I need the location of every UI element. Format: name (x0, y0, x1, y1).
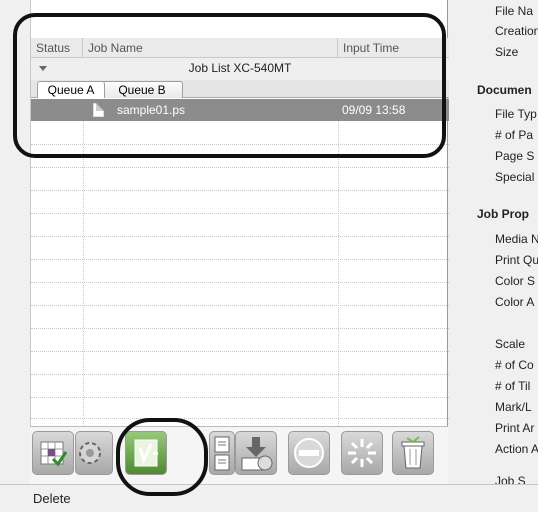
property-label: # of Co (495, 358, 534, 372)
loading-icon (348, 439, 376, 467)
property-label: File Typ (495, 107, 537, 121)
property-label: Print Qu (495, 253, 538, 267)
app-window: Status Job Name Input Time Job List XC-5… (0, 0, 538, 512)
property-label: Page S (495, 149, 535, 163)
property-label: Job S (495, 474, 526, 484)
row-divider (31, 213, 449, 214)
processing-button[interactable] (341, 431, 383, 475)
property-label: File Na (495, 4, 534, 18)
property-label: # of Til (495, 379, 531, 393)
stop-button[interactable] (288, 431, 330, 475)
row-divider (31, 259, 449, 260)
property-label: Color A (495, 295, 535, 309)
highlight-rip-button (116, 418, 208, 496)
export-icon (241, 437, 273, 471)
export-button[interactable] (235, 431, 277, 475)
row-divider (31, 167, 449, 168)
section-header-job-properties: Job Prop (477, 207, 530, 221)
settings-gear-icon (79, 442, 101, 464)
row-divider (31, 236, 449, 237)
row-divider (31, 328, 449, 329)
document-button[interactable] (209, 431, 235, 475)
status-text: Delete (33, 491, 71, 506)
settings-button[interactable] (75, 431, 113, 475)
document-icon (214, 436, 230, 471)
row-divider (31, 351, 449, 352)
property-label: Special (495, 170, 535, 184)
row-divider (31, 374, 449, 375)
row-divider (31, 305, 449, 306)
tab-queue-a[interactable]: Queue A (37, 81, 105, 98)
layout-button[interactable] (32, 431, 74, 475)
property-label: Media N (495, 232, 538, 246)
property-label: Creation (495, 24, 538, 38)
row-divider (31, 282, 449, 283)
row-divider (31, 418, 449, 419)
status-bar: Delete (0, 484, 538, 512)
property-label: Mark/L (495, 400, 532, 414)
row-divider (31, 397, 449, 398)
property-label: Action A (495, 442, 538, 456)
property-label: Size (495, 45, 519, 59)
delete-button[interactable] (392, 431, 434, 475)
trash-icon (401, 436, 425, 469)
properties-panel: File Na Creation Size Documen File Typ #… (449, 0, 538, 484)
property-label: Color S (495, 274, 536, 288)
property-label: # of Pa (495, 128, 534, 142)
layout-icon (40, 441, 68, 467)
stop-icon (294, 438, 324, 468)
action-toolbar (30, 426, 448, 484)
row-divider (31, 190, 449, 191)
property-label: Scale (495, 337, 526, 351)
section-header-document: Documen (477, 83, 532, 97)
property-label: Print Ar (495, 421, 535, 435)
